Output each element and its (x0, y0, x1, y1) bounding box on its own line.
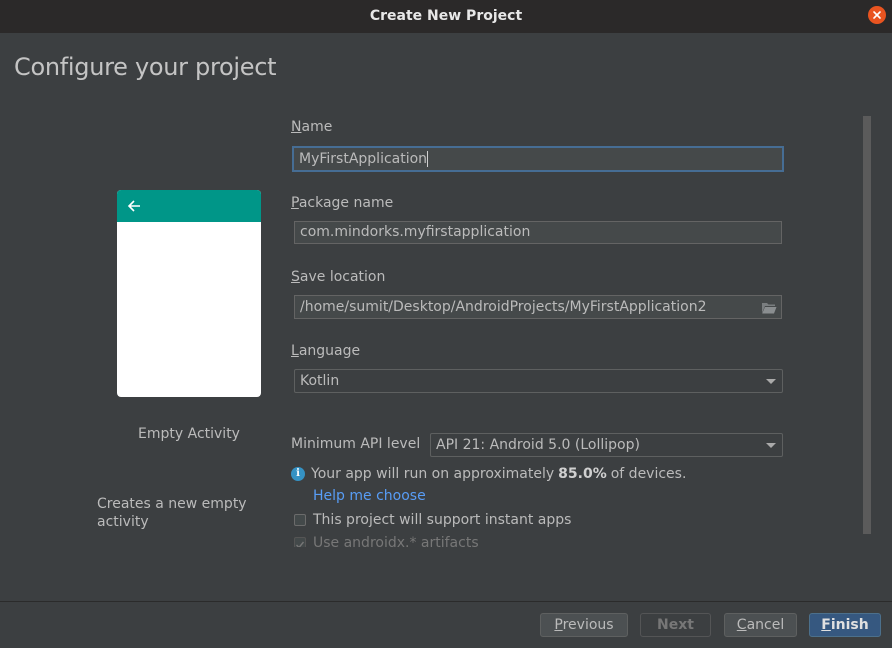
finish-button[interactable]: Finish (809, 613, 881, 637)
next-label: Next (657, 617, 694, 633)
language-dropdown[interactable]: Kotlin (294, 369, 783, 393)
save-location-label-text: ave location (299, 269, 386, 285)
name-label-mnemonic: N (291, 119, 302, 135)
finish-label: inish (830, 617, 869, 633)
package-name-input[interactable]: com.mindorks.myfirstapplication (294, 221, 782, 244)
androidx-label: Use androidx.* artifacts (313, 535, 479, 547)
name-label: Name (291, 119, 332, 135)
info-prefix: Your app will run on approximately (311, 466, 555, 482)
close-button[interactable] (868, 6, 886, 24)
min-api-label: Minimum API level (291, 436, 421, 452)
cancel-button[interactable]: Cancel (724, 613, 797, 637)
instant-apps-label: This project will support instant apps (313, 512, 572, 528)
info-icon: i (291, 467, 305, 481)
clipped-options: Use androidx.* artifacts (280, 535, 840, 547)
previous-mnemonic: P (554, 617, 563, 633)
previous-label: revious (562, 617, 614, 633)
back-arrow-icon (127, 200, 140, 212)
next-button[interactable]: Next (640, 613, 711, 637)
name-input-value: MyFirstApplication (299, 151, 428, 167)
language-selected: Kotlin (300, 373, 340, 389)
window-titlebar: Create New Project (0, 0, 892, 33)
help-me-choose-link[interactable]: Help me choose (313, 488, 426, 504)
save-location-value: /home/sumit/Desktop/AndroidProjects/MyFi… (300, 299, 707, 315)
save-location-label-mnemonic: S (291, 269, 300, 285)
cancel-label: ancel (746, 617, 785, 633)
previous-button[interactable]: Previous (540, 613, 628, 637)
language-label-mnemonic: L (291, 343, 299, 359)
template-name: Empty Activity (138, 426, 240, 442)
package-name-label: Package name (291, 195, 393, 211)
close-icon (873, 11, 881, 19)
cancel-mnemonic: C (736, 617, 747, 633)
template-description: Creates a new empty activity (97, 496, 247, 530)
chevron-down-icon (766, 379, 776, 384)
window-title: Create New Project (369, 8, 523, 24)
checkmark-icon (296, 541, 305, 547)
name-input[interactable]: MyFirstApplication (292, 146, 784, 172)
finish-mnemonic: F (821, 617, 831, 633)
folder-icon (762, 303, 777, 314)
chevron-down-icon (766, 443, 776, 448)
vertical-scrollbar[interactable] (863, 116, 871, 534)
preview-appbar (117, 190, 261, 222)
save-location-label: Save location (291, 269, 385, 285)
androidx-checkbox[interactable] (294, 537, 306, 547)
instant-apps-option[interactable]: This project will support instant apps (294, 512, 571, 528)
instant-apps-checkbox[interactable] (294, 514, 306, 526)
page-title: Configure your project (14, 53, 277, 81)
language-label: Language (291, 343, 360, 359)
min-api-selected: API 21: Android 5.0 (Lollipop) (436, 437, 640, 453)
footer-divider (0, 601, 892, 602)
package-name-value: com.mindorks.myfirstapplication (300, 224, 531, 240)
androidx-option[interactable]: Use androidx.* artifacts (294, 535, 479, 547)
package-label-text: ackage name (298, 195, 394, 211)
device-coverage-percent: 85.0% (558, 466, 607, 482)
text-caret (427, 151, 429, 167)
info-suffix: of devices. (610, 466, 687, 482)
package-label-mnemonic: P (291, 195, 299, 211)
template-preview (117, 190, 261, 397)
language-label-text: anguage (298, 343, 361, 359)
device-coverage-info: i Your app will run on approximately 85.… (291, 466, 686, 482)
min-api-dropdown[interactable]: API 21: Android 5.0 (Lollipop) (430, 433, 783, 457)
name-label-text: ame (301, 119, 333, 135)
folder-browse-button[interactable] (761, 300, 777, 318)
save-location-input[interactable]: /home/sumit/Desktop/AndroidProjects/MyFi… (294, 295, 782, 319)
